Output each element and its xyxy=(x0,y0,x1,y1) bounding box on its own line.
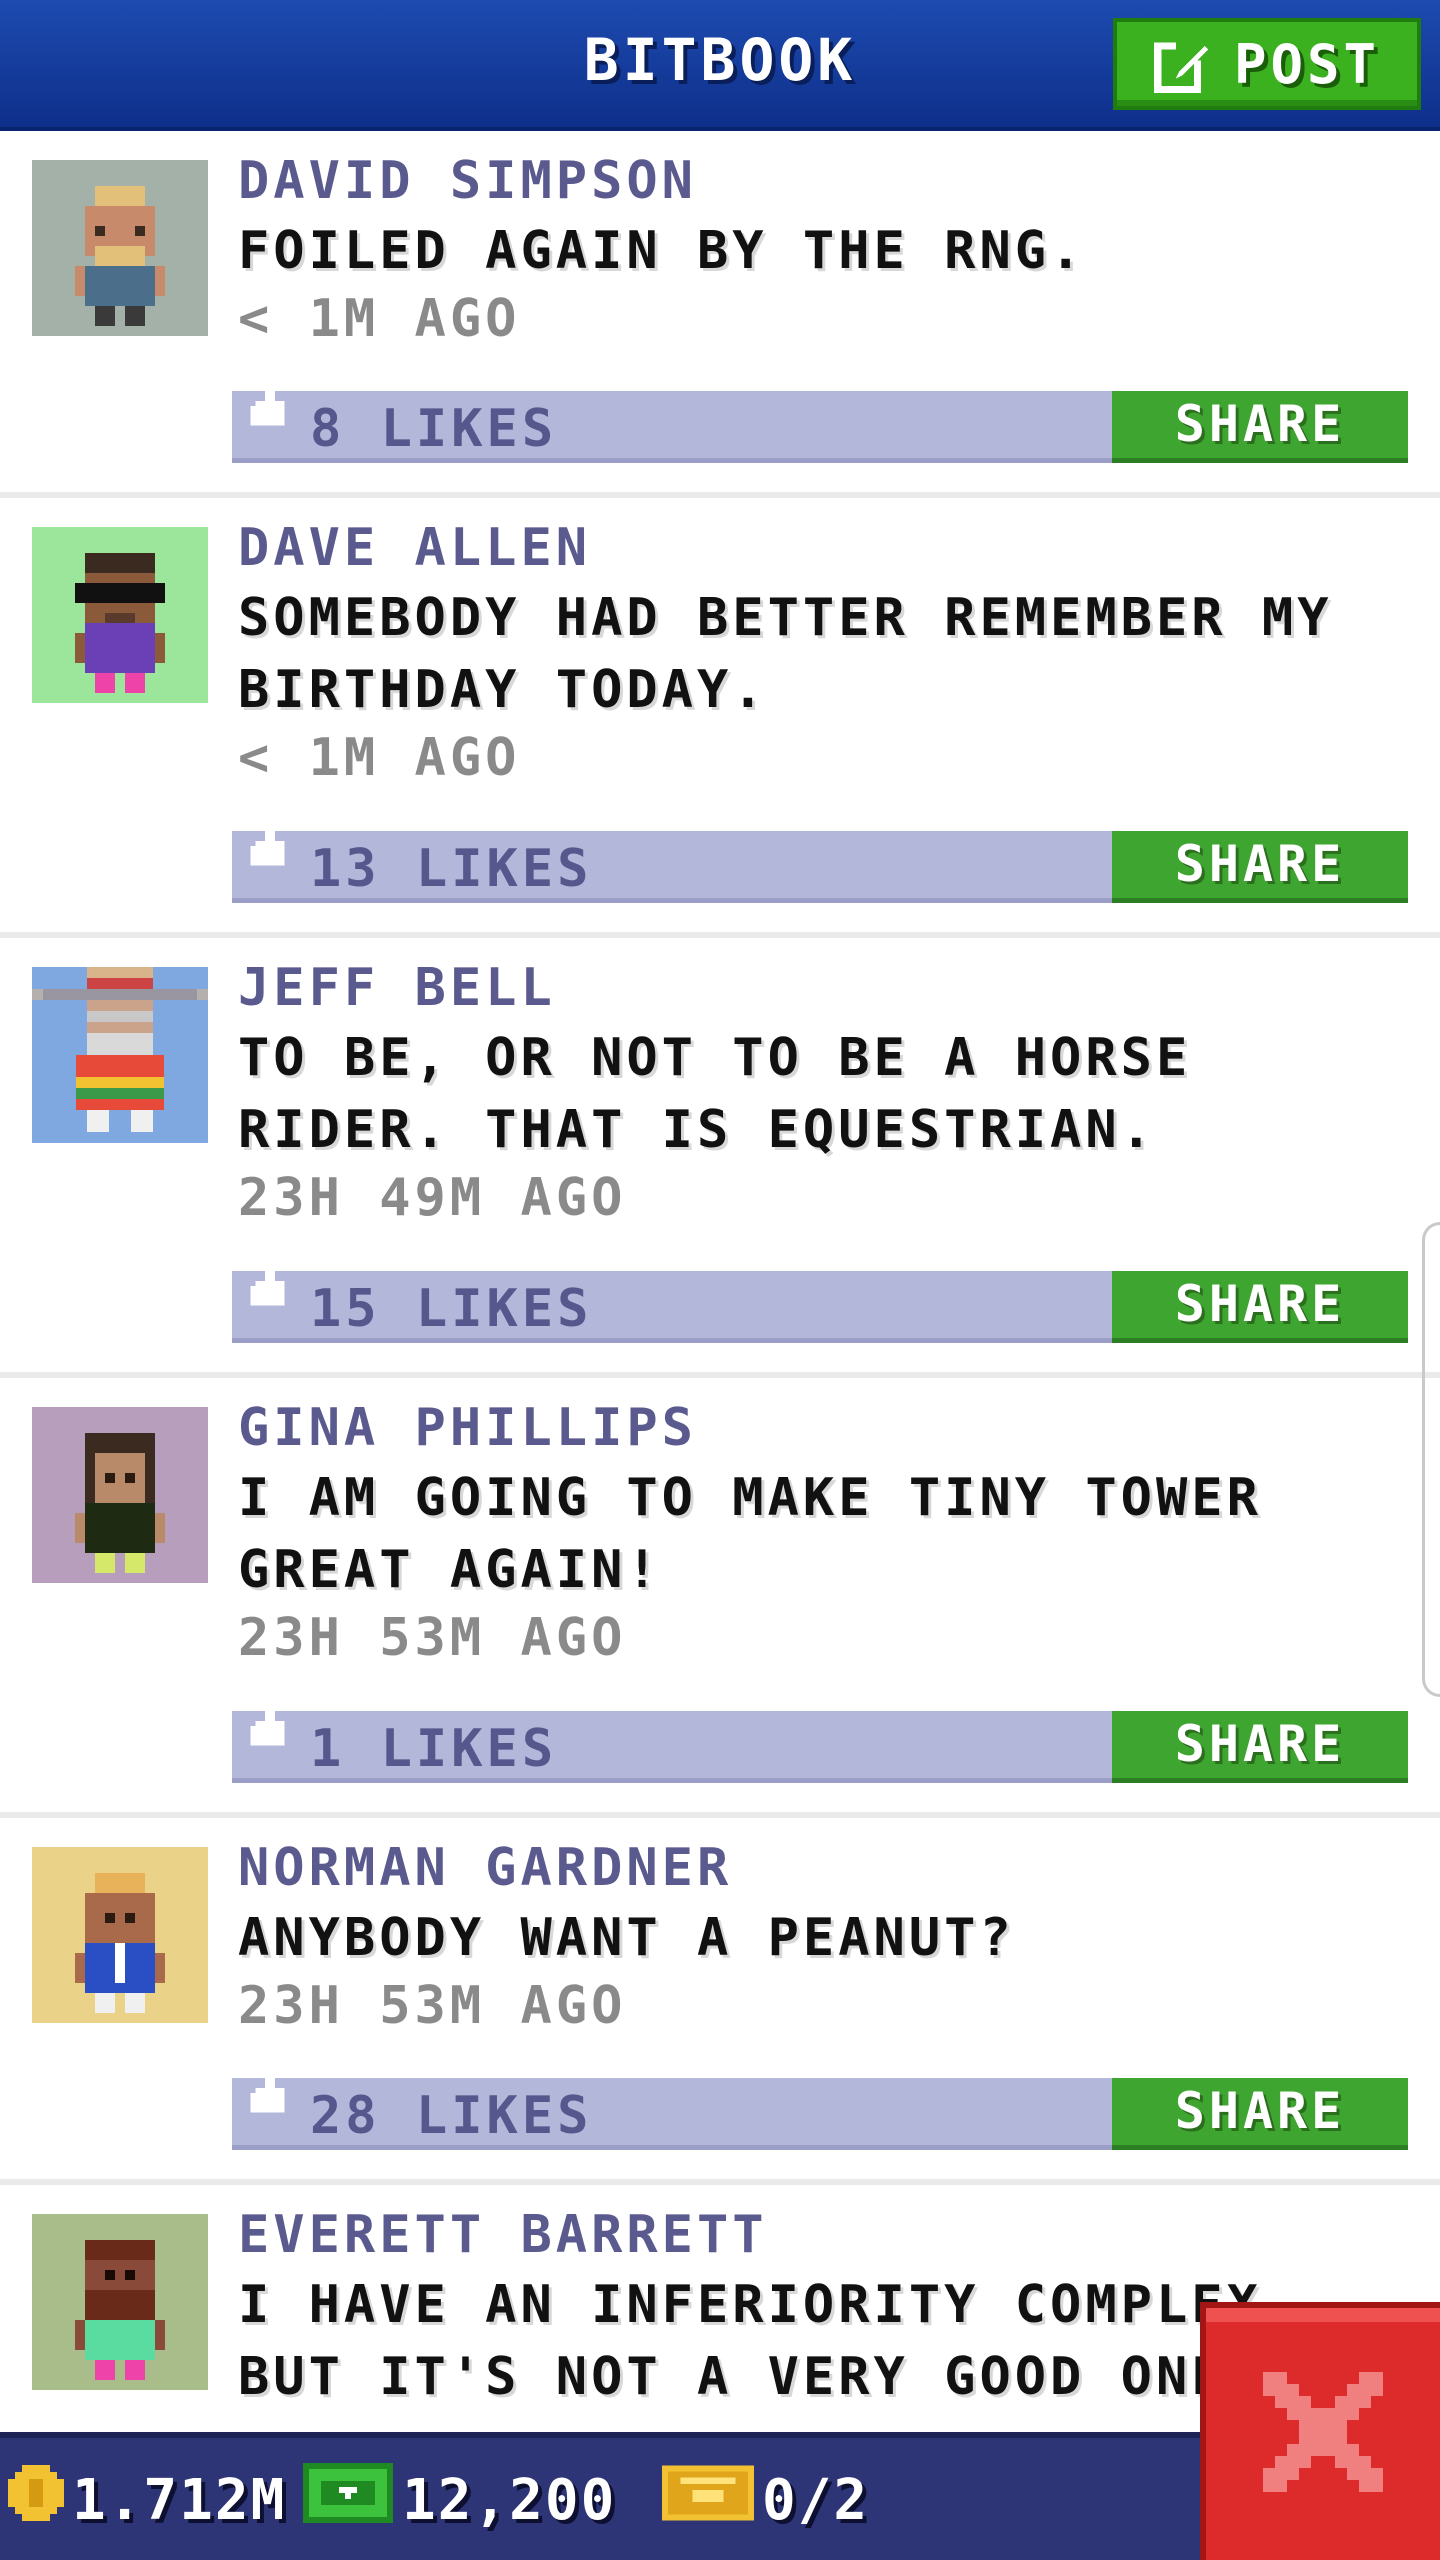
coin-icon xyxy=(8,2465,64,2535)
thumbs-up-icon[interactable] xyxy=(250,2064,290,2126)
post-timestamp: 23H 49M AGO xyxy=(238,1168,627,1228)
thumbs-up-icon[interactable] xyxy=(250,377,290,439)
close-icon xyxy=(1263,2372,1383,2496)
likes-count: 15 LIKES xyxy=(310,1279,593,1339)
share-button[interactable]: SHARE xyxy=(1112,2078,1408,2150)
post-text: SOMEBODY HAD BETTER REMEMBER MY BIRTHDAY… xyxy=(238,588,1333,720)
avatar[interactable] xyxy=(32,1407,208,1583)
post-author[interactable]: GINA PHILLIPS xyxy=(238,1398,697,1458)
likes-count: 13 LIKES xyxy=(310,839,593,899)
thumbs-up-icon[interactable] xyxy=(250,817,290,879)
likes-bar: 15 LIKES SHARE xyxy=(232,1257,1408,1343)
feed-post: NORMAN GARDNER ANYBODY WANT A PEANUT? 23… xyxy=(0,1818,1440,2185)
bux-stat: 12,200 xyxy=(302,2460,616,2540)
post-author[interactable]: DAVID SIMPSON xyxy=(238,151,697,211)
post-timestamp: < 1M AGO xyxy=(238,728,521,788)
tickets-value: 0/2 xyxy=(762,2467,870,2533)
avatar[interactable] xyxy=(32,527,208,703)
share-button[interactable]: SHARE xyxy=(1112,1711,1408,1783)
post-timestamp: < 1M AGO xyxy=(238,289,521,349)
share-button[interactable]: SHARE xyxy=(1112,1271,1408,1343)
post-text: FOILED AGAIN BY THE RNG. xyxy=(238,221,1086,281)
post-button[interactable]: POST xyxy=(1113,18,1421,110)
likes-bar: 13 LIKES SHARE xyxy=(232,817,1408,903)
thumbs-up-icon[interactable] xyxy=(250,1697,290,1759)
tickets-stat: 0/2 xyxy=(662,2460,869,2540)
post-timestamp: 23H 53M AGO xyxy=(238,1976,627,2036)
post-button-label: POST xyxy=(1233,32,1381,96)
ticket-icon xyxy=(662,2465,754,2535)
feed-post: DAVE ALLEN SOMEBODY HAD BETTER REMEMBER … xyxy=(0,498,1440,938)
avatar[interactable] xyxy=(32,967,208,1143)
post-author[interactable]: DAVE ALLEN xyxy=(238,518,591,578)
post-author[interactable]: NORMAN GARDNER xyxy=(238,1838,732,1898)
share-button[interactable]: SHARE xyxy=(1112,391,1408,463)
likes-bar: 8 LIKES SHARE xyxy=(232,377,1408,463)
bux-icon xyxy=(302,2463,394,2537)
feed-post: GINA PHILLIPS I AM GOING TO MAKE TINY TO… xyxy=(0,1378,1440,1818)
likes-count: 1 LIKES xyxy=(310,1719,558,1779)
likes-bar: 1 LIKES SHARE xyxy=(232,1697,1408,1783)
post-text: I AM GOING TO MAKE TINY TOWER GREAT AGAI… xyxy=(238,1468,1262,1600)
avatar[interactable] xyxy=(32,1847,208,2023)
feed-post: JEFF BELL TO BE, OR NOT TO BE A HORSE RI… xyxy=(0,938,1440,1378)
app-header: BITBOOK POST xyxy=(0,0,1440,131)
coins-value: 1.712M xyxy=(72,2467,287,2533)
likes-count: 28 LIKES xyxy=(310,2086,593,2146)
feed-post: DAVID SIMPSON FOILED AGAIN BY THE RNG. <… xyxy=(0,131,1440,498)
post-author[interactable]: EVERETT BARRETT xyxy=(238,2205,768,2265)
post-text: TO BE, OR NOT TO BE A HORSE RIDER. THAT … xyxy=(238,1028,1192,1160)
likes-count: 8 LIKES xyxy=(310,399,558,459)
scroll-indicator[interactable] xyxy=(1422,1222,1440,1697)
post-timestamp: 23H 53M AGO xyxy=(238,1608,627,1668)
likes-bar: 28 LIKES SHARE xyxy=(232,2064,1408,2150)
post-text: ANYBODY WANT A PEANUT? xyxy=(238,1908,1015,1968)
thumbs-up-icon[interactable] xyxy=(250,1257,290,1319)
avatar[interactable] xyxy=(32,160,208,336)
close-button[interactable] xyxy=(1200,2302,1440,2560)
share-button[interactable]: SHARE xyxy=(1112,831,1408,903)
coins-stat: 1.712M xyxy=(8,2460,286,2540)
edit-icon xyxy=(1153,35,1212,93)
post-author[interactable]: JEFF BELL xyxy=(238,958,556,1018)
bux-value: 12,200 xyxy=(402,2467,617,2533)
avatar[interactable] xyxy=(32,2214,208,2390)
